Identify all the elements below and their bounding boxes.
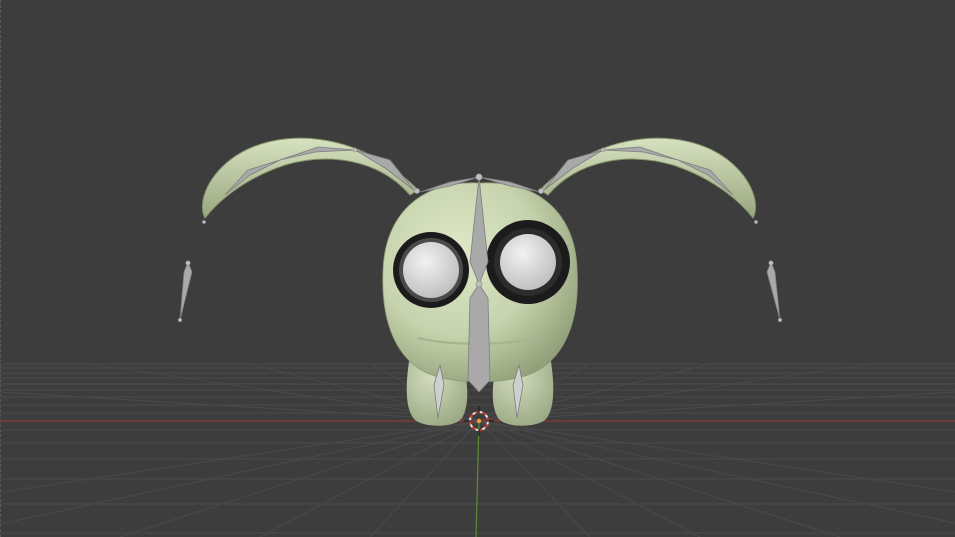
right-eye[interactable] bbox=[486, 220, 570, 304]
spine-bone bbox=[467, 283, 491, 393]
right-ik-bone bbox=[766, 260, 781, 321]
left-ik-bone bbox=[179, 260, 193, 321]
3d-viewport[interactable] bbox=[0, 0, 955, 537]
viewport-canvas[interactable] bbox=[0, 0, 955, 537]
left-eye[interactable] bbox=[393, 232, 469, 308]
